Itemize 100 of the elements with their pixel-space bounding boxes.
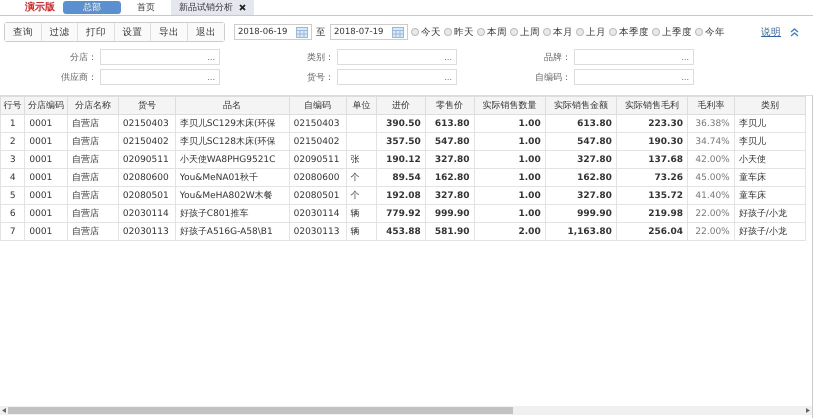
- table-cell: 1.00: [518, 190, 541, 200]
- table-cell: 190.12: [386, 154, 421, 164]
- radio-button[interactable]: [444, 28, 452, 36]
- filter-field[interactable]: ...: [337, 49, 457, 65]
- table-cell: 34.74%: [695, 136, 730, 146]
- toolbar-button[interactable]: 查询: [5, 23, 42, 41]
- table-cell: 45.00%: [695, 172, 730, 182]
- table-cell: 好孩子/小龙: [738, 227, 787, 237]
- help-link[interactable]: 说明: [761, 26, 781, 38]
- filter-field[interactable]: ...: [100, 49, 220, 65]
- table-cell: 02150402: [122, 136, 169, 146]
- table-cell: 2: [10, 136, 16, 146]
- table-cell: 390.50: [386, 118, 421, 128]
- table-cell: 童车床: [738, 191, 766, 201]
- table-cell: 小天使WA8PHG9521C: [180, 155, 276, 165]
- radio-button[interactable]: [411, 28, 419, 36]
- table-cell: 137.68: [648, 154, 683, 164]
- table-cell: 02030114: [122, 208, 169, 218]
- column-header[interactable]: 实际销售数量: [474, 96, 546, 114]
- column-header[interactable]: 分店名称: [68, 96, 118, 114]
- table-cell: You&MeNA01秋千: [180, 173, 258, 183]
- radio-button[interactable]: [477, 28, 485, 36]
- radio-label: 本周: [487, 26, 507, 38]
- table-cell: 547.80: [434, 136, 470, 146]
- table-cell: 童车床: [738, 173, 766, 183]
- column-header[interactable]: 行号: [0, 96, 25, 114]
- table-cell: 999.90: [434, 208, 470, 218]
- close-icon[interactable]: [239, 4, 246, 11]
- scroll-left-icon[interactable]: [0, 407, 8, 414]
- table-cell: 22.00%: [695, 226, 730, 236]
- column-header[interactable]: 分店编码: [24, 96, 68, 114]
- column-header[interactable]: 实际销售金额: [545, 96, 616, 114]
- date-field[interactable]: 2018-07-19: [330, 24, 408, 40]
- table-cell: 4: [10, 172, 16, 182]
- radio-label: 本季度: [619, 26, 649, 38]
- table-cell: 89.54: [392, 172, 421, 182]
- table-cell: 1.00: [518, 118, 541, 128]
- date-field[interactable]: 2018-06-19: [234, 24, 312, 40]
- filter-label: 货号：: [307, 72, 334, 84]
- table-cell: 547.80: [577, 136, 612, 146]
- table-cell: 0001: [29, 118, 52, 128]
- radio-button[interactable]: [576, 28, 584, 36]
- column-header[interactable]: 单位: [346, 96, 377, 114]
- table-cell: 999.90: [577, 208, 612, 218]
- filter-field[interactable]: ...: [100, 69, 220, 85]
- horizontal-scrollbar[interactable]: [0, 406, 812, 415]
- table-cell: 0001: [29, 208, 52, 218]
- toolbar-button[interactable]: 导出: [151, 23, 188, 41]
- table-cell: 190.30: [648, 136, 683, 146]
- table-cell: 327.80: [577, 154, 612, 164]
- filter-field[interactable]: ...: [574, 69, 694, 85]
- toolbar-button[interactable]: 退出: [188, 23, 224, 41]
- toolbar-button[interactable]: 打印: [78, 23, 114, 41]
- table-cell: 22.00%: [695, 208, 730, 218]
- table-cell: 张: [350, 155, 360, 165]
- scroll-right-icon[interactable]: [804, 407, 812, 414]
- table-cell: 个: [350, 191, 360, 201]
- column-header[interactable]: 实际销售毛利: [616, 96, 688, 114]
- radio-label: 昨天: [454, 26, 474, 38]
- table-cell: You&MeHA802W木餐: [180, 191, 273, 201]
- radio-button[interactable]: [652, 28, 660, 36]
- calendar-icon[interactable]: [296, 26, 308, 38]
- table-cell: 李贝儿: [738, 119, 766, 129]
- table-cell: 02030114: [294, 208, 340, 218]
- table-cell: 李贝儿SC128木床(环保: [180, 137, 276, 147]
- radio-button[interactable]: [510, 28, 518, 36]
- chevron-icon[interactable]: [790, 28, 799, 36]
- column-header[interactable]: 类别: [734, 96, 806, 114]
- tab[interactable]: 新品试销分析: [171, 0, 254, 15]
- table-cell: 1.00: [518, 136, 541, 146]
- column-header[interactable]: 自编码: [289, 96, 346, 114]
- column-header[interactable]: 零售价: [425, 96, 474, 114]
- table-cell: 02080600: [122, 172, 169, 182]
- toolbar-button[interactable]: 过滤: [42, 23, 78, 41]
- table-cell: 1.00: [518, 154, 541, 164]
- filter-field[interactable]: ...: [574, 49, 694, 65]
- table-cell: 02080501: [122, 190, 169, 200]
- radio-button[interactable]: [543, 28, 551, 36]
- filter-field[interactable]: ...: [337, 69, 457, 85]
- table-cell: 辆: [350, 227, 360, 237]
- table-cell: 自营店: [72, 155, 100, 165]
- column-header[interactable]: 货号: [118, 96, 176, 114]
- toolbar-button[interactable]: 设置: [114, 23, 151, 41]
- table-cell: 2.00: [518, 226, 541, 236]
- radio-button[interactable]: [695, 28, 703, 36]
- table-cell: 0001: [29, 226, 52, 236]
- table-cell: 个: [350, 173, 360, 183]
- radio-button[interactable]: [609, 28, 617, 36]
- calendar-icon[interactable]: [392, 26, 404, 38]
- column-header[interactable]: 进价: [376, 96, 426, 114]
- table-cell: 0001: [29, 154, 52, 164]
- table-cell: 02150403: [122, 118, 169, 128]
- column-header[interactable]: 品名: [175, 96, 290, 114]
- table-cell: 327.80: [434, 154, 470, 164]
- table-cell: 192.08: [386, 190, 421, 200]
- table-cell: 好孩子A516G-A58\B1: [180, 227, 273, 237]
- column-header[interactable]: 毛利率: [688, 96, 734, 114]
- table-cell: 42.00%: [695, 154, 730, 164]
- radio-label: 上季度: [662, 26, 692, 38]
- table-cell: 02080501: [294, 190, 340, 200]
